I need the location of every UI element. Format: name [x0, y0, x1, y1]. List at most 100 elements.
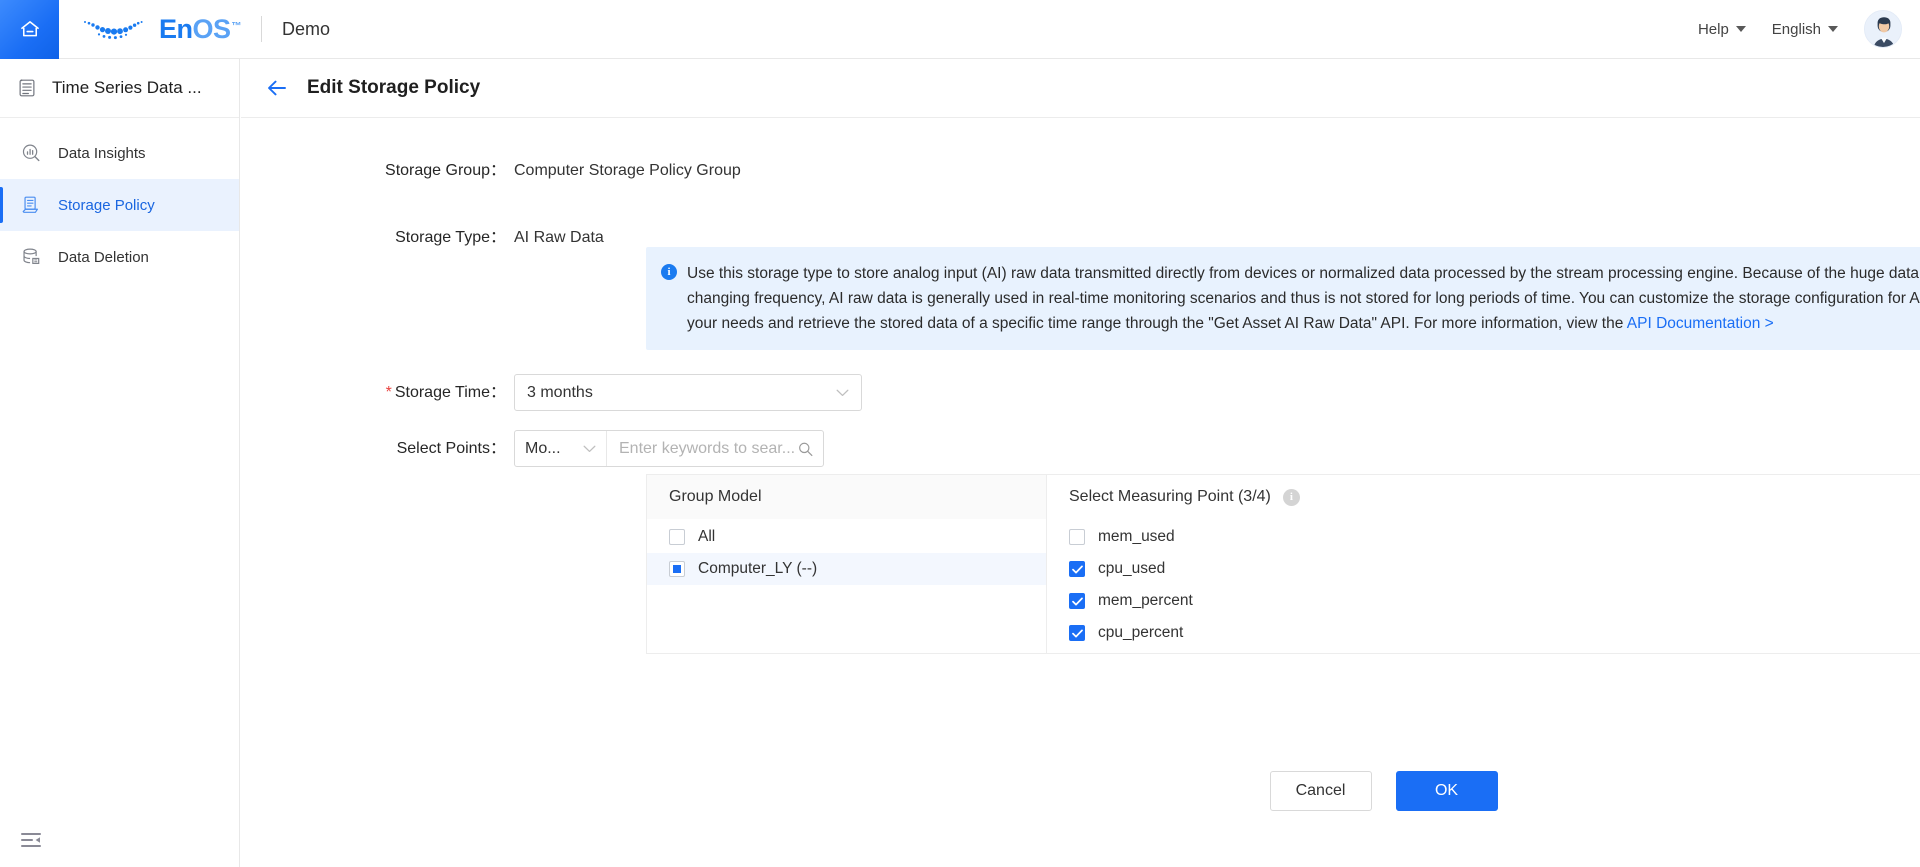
sidebar-item-data-deletion[interactable]: Data Deletion	[0, 231, 239, 283]
chevron-down-icon	[836, 389, 849, 396]
brand-logo[interactable]: En OS ™ Demo	[81, 0, 330, 59]
language-label: English	[1771, 20, 1821, 38]
cancel-button[interactable]: Cancel	[1269, 771, 1372, 811]
select-points-row: Select Points： Mo...	[356, 430, 824, 467]
storage-type-info-banner: i Use this storage type to store analog …	[646, 247, 1920, 350]
checkbox-all[interactable]	[669, 529, 685, 545]
storage-type-row: Storage Type： AI Raw Data	[356, 222, 604, 254]
storage-time-row: * Storage Time： 3 months	[356, 374, 862, 411]
points-scope-select[interactable]: Mo...	[515, 431, 607, 466]
brand-os: OS	[192, 13, 232, 44]
home-button[interactable]	[0, 0, 59, 59]
list-item[interactable]: mem_percent	[1047, 585, 1920, 617]
list-item-label: cpu_used	[1098, 560, 1166, 577]
time-series-data-icon	[19, 79, 35, 97]
select-points-label: Select Points：	[396, 439, 506, 457]
chevron-down-icon	[1735, 26, 1746, 32]
storage-time-value: 3 months	[527, 383, 593, 401]
brand-divider	[261, 16, 263, 42]
ok-button[interactable]: OK	[1395, 771, 1498, 811]
list-item[interactable]: cpu_percent	[1047, 617, 1920, 649]
list-item-label: mem_used	[1098, 528, 1175, 545]
checkbox-mem-used[interactable]	[1069, 529, 1085, 545]
help-menu[interactable]: Help	[1698, 21, 1746, 38]
language-menu[interactable]: English	[1772, 21, 1838, 38]
group-model-header: Group Model	[647, 475, 1046, 519]
checkbox-cpu-percent[interactable]	[1069, 625, 1085, 641]
sidebar-collapse-button[interactable]	[18, 827, 44, 853]
menu-collapse-icon	[21, 833, 41, 847]
measuring-point-transfer: Group Model All Computer_LY (--) Select …	[646, 474, 1920, 654]
info-help-icon[interactable]: i	[1282, 488, 1300, 506]
form-actions: Cancel OK	[646, 771, 1920, 811]
group-model-header-label: Group Model	[669, 488, 762, 505]
group-model-list: All Computer_LY (--)	[647, 519, 1046, 585]
search-input[interactable]	[617, 438, 799, 459]
brand-wordmark: En OS ™	[159, 13, 242, 45]
sidebar-item-data-insights[interactable]: Data Insights	[0, 127, 239, 179]
info-circle-icon: i	[661, 264, 677, 280]
sidebar-app-title: Time Series Data ...	[0, 59, 239, 118]
points-search-combo: Mo...	[514, 430, 824, 467]
storage-type-label: Storage Type：	[395, 229, 506, 246]
list-item-label: mem_percent	[1098, 592, 1193, 609]
list-item-label: cpu_percent	[1098, 624, 1184, 641]
search-icon[interactable]	[798, 441, 813, 457]
main-content: Storage Group： Computer Storage Policy G…	[241, 119, 1920, 867]
storage-time-label-text: Storage Time：	[394, 383, 506, 401]
storage-type-value: AI Raw Data	[514, 229, 604, 246]
list-item[interactable]: mem_used	[1047, 521, 1920, 553]
chevron-down-icon	[1828, 26, 1838, 32]
list-item[interactable]: All	[647, 521, 1046, 553]
sidebar: Time Series Data ... Data Insights Stora…	[0, 59, 240, 867]
storage-group-label: Storage Group：	[385, 162, 506, 179]
points-search-field	[607, 431, 823, 466]
checkbox-computer-ly[interactable]	[669, 561, 685, 577]
storage-group-row: Storage Group： Computer Storage Policy G…	[356, 155, 741, 187]
page-title: Edit Storage Policy	[307, 77, 481, 98]
tenant-name: Demo	[282, 18, 331, 39]
sidebar-item-label: Data Insights	[58, 144, 146, 162]
storage-group-value: Computer Storage Policy Group	[514, 162, 741, 179]
check-icon	[1071, 597, 1083, 605]
points-scope-value: Mo...	[525, 439, 561, 457]
check-icon	[1071, 629, 1083, 637]
info-banner-text: Use this storage type to store analog in…	[687, 261, 1920, 336]
check-icon	[1071, 565, 1083, 573]
data-deletion-icon	[23, 248, 40, 265]
measuring-point-header-label: Select Measuring Point (3/4)	[1069, 488, 1271, 505]
home-icon	[20, 21, 39, 37]
avatar[interactable]	[1864, 10, 1902, 48]
brand-tm: ™	[231, 20, 242, 32]
page-header: Edit Storage Policy	[241, 59, 1920, 118]
sidebar-nav: Data Insights Storage Policy Data Deleti…	[0, 118, 239, 283]
chevron-down-icon	[583, 445, 596, 452]
top-bar: En OS ™ Demo Help English	[0, 0, 1920, 59]
list-item-label: All	[698, 528, 716, 545]
checkbox-cpu-used[interactable]	[1069, 561, 1085, 577]
sidebar-item-storage-policy[interactable]: Storage Policy	[0, 179, 239, 231]
measuring-point-header: Select Measuring Point (3/4) i	[1047, 475, 1920, 519]
enos-swoosh-icon	[84, 21, 143, 40]
storage-time-select[interactable]: 3 months	[514, 374, 862, 411]
sidebar-item-label: Data Deletion	[58, 248, 149, 266]
top-bar-actions: Help English	[1698, 10, 1920, 48]
help-label: Help	[1697, 20, 1729, 38]
back-arrow-icon[interactable]	[265, 76, 289, 100]
storage-time-label: * Storage Time：	[356, 377, 514, 409]
storage-policy-icon	[22, 196, 39, 213]
data-insights-icon	[22, 144, 40, 162]
measuring-point-pane: Select Measuring Point (3/4) i mem_used …	[1047, 475, 1920, 653]
sidebar-app-title-label: Time Series Data ...	[52, 78, 202, 97]
measuring-point-list: mem_used cpu_used mem_percent cpu_percen…	[1047, 519, 1920, 649]
user-avatar-icon	[1865, 11, 1901, 47]
list-item[interactable]: Computer_LY (--)	[647, 553, 1046, 585]
required-marker: *	[385, 383, 392, 401]
sidebar-item-label: Storage Policy	[58, 196, 155, 214]
group-model-pane: Group Model All Computer_LY (--)	[647, 475, 1047, 653]
checkbox-mem-percent[interactable]	[1069, 593, 1085, 609]
list-item[interactable]: cpu_used	[1047, 553, 1920, 585]
brand-en: En	[159, 13, 193, 44]
api-documentation-link[interactable]: API Documentation >	[1627, 315, 1774, 332]
list-item-label: Computer_LY (--)	[698, 560, 818, 577]
